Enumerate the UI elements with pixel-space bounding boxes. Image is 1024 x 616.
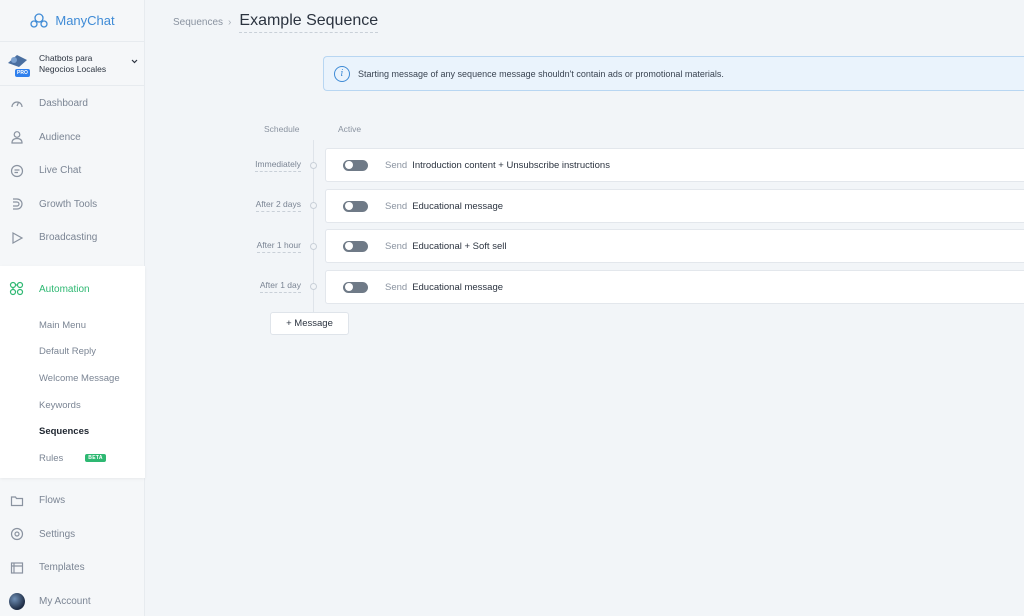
sidebar-item-growth-tools[interactable]: Growth Tools	[0, 188, 144, 222]
sidebar-subitem-label: Welcome Message	[39, 372, 120, 384]
send-label: Send	[385, 240, 408, 252]
timeline-dot	[310, 202, 317, 209]
message-name[interactable]: Educational message	[412, 282, 503, 293]
active-toggle[interactable]	[343, 200, 368, 212]
sequence-message-row[interactable]: Send Educational + Soft sell	[325, 229, 1024, 263]
sidebar-subitem-keywords[interactable]: Keywords	[0, 392, 145, 419]
sidebar-item-label: Dashboard	[39, 98, 88, 110]
pro-badge: PRO	[15, 68, 30, 77]
info-icon: i	[334, 65, 350, 82]
message-name[interactable]: Introduction content + Unsubscribe instr…	[412, 160, 610, 171]
column-header-schedule: Schedule	[264, 124, 300, 134]
breadcrumb-sequences[interactable]: Sequences	[173, 17, 223, 28]
sidebar-subitem-main-menu[interactable]: Main Menu	[0, 312, 145, 339]
sidebar-subitem-label: Rules	[39, 452, 64, 464]
sidebar-item-label: My Account	[39, 595, 91, 607]
sequence-message-row[interactable]: Send Introduction content + Unsubscribe …	[325, 148, 1024, 182]
sidebar-subitem-rules[interactable]: Rules BETA	[0, 445, 145, 472]
beta-badge: BETA	[85, 454, 106, 463]
sidebar-item-label: Settings	[39, 528, 76, 540]
breadcrumb-separator-icon: ›	[228, 16, 232, 28]
account-name-line2: Negocios Locales	[39, 63, 107, 74]
timeline-dot	[310, 162, 317, 169]
user-icon	[9, 129, 25, 145]
info-banner-text: Starting message of any sequence message…	[358, 68, 724, 79]
sidebar-subitem-sequences[interactable]: Sequences	[0, 418, 145, 445]
sidebar-subitem-label: Sequences	[39, 426, 90, 438]
sidebar-subitem-welcome-message[interactable]: Welcome Message	[0, 365, 145, 392]
sidebar-item-label: Automation	[39, 283, 90, 295]
add-message-button[interactable]: + Message	[270, 312, 349, 335]
message-name[interactable]: Educational message	[412, 201, 503, 212]
sidebar-item-label: Flows	[39, 495, 66, 507]
folder-icon	[9, 493, 25, 509]
active-toggle[interactable]	[343, 240, 368, 252]
send-label: Send	[385, 159, 408, 171]
column-header-active: Active	[338, 124, 362, 134]
sidebar-item-label: Broadcasting	[39, 232, 98, 244]
sidebar-subitem-label: Default Reply	[39, 346, 97, 358]
avatar	[9, 592, 25, 610]
sidebar-item-automation[interactable]: Automation	[0, 266, 145, 312]
logo[interactable]: ManyChat	[0, 0, 144, 42]
sidebar-item-my-account[interactable]: My Account	[0, 585, 145, 616]
account-name: Chatbots para Negocios Locales	[39, 53, 119, 75]
page-header: Sequences › Example Sequence	[145, 0, 1024, 44]
sidebar-item-dashboard[interactable]: Dashboard	[0, 87, 144, 121]
chevron-down-icon	[131, 59, 138, 64]
sidebar-item-flows[interactable]: Flows	[0, 484, 145, 518]
automation-section: Automation Main Menu Default Reply Welco…	[0, 266, 145, 478]
sidebar-item-label: Live Chat	[39, 165, 82, 177]
sequence-message-row[interactable]: Send Educational message	[325, 189, 1024, 223]
automation-icon	[9, 281, 25, 297]
gear-icon	[9, 526, 25, 542]
magnet-icon	[9, 196, 25, 212]
sidebar-subitem-label: Main Menu	[39, 319, 86, 331]
active-toggle[interactable]	[343, 281, 368, 293]
send-label: Send	[385, 281, 408, 293]
page-title[interactable]: Example Sequence	[239, 12, 379, 33]
dashboard-icon	[9, 96, 25, 112]
timeline-dot	[310, 243, 317, 250]
sequence-message-row[interactable]: Send Educational message	[325, 270, 1024, 304]
chat-icon	[9, 163, 25, 179]
sidebar-item-templates[interactable]: Templates	[0, 551, 145, 585]
schedule-delay[interactable]: After 2 days	[255, 199, 301, 212]
send-label: Send	[385, 200, 408, 212]
active-toggle[interactable]	[343, 159, 368, 171]
sidebar-item-broadcasting[interactable]: Broadcasting	[0, 221, 144, 255]
account-switcher[interactable]: PRO Chatbots para Negocios Locales	[0, 42, 144, 86]
manychat-logo-icon	[30, 12, 49, 28]
sidebar-item-live-chat[interactable]: Live Chat	[0, 154, 144, 188]
sidebar-subitem-label: Keywords	[39, 399, 81, 411]
timeline-dot	[310, 283, 317, 290]
info-banner: i Starting message of any sequence messa…	[323, 56, 1024, 91]
play-icon	[9, 230, 25, 246]
sidebar-item-audience[interactable]: Audience	[0, 121, 144, 155]
sidebar-item-label: Audience	[39, 131, 81, 143]
schedule-delay[interactable]: Immediately	[255, 159, 301, 172]
sidebar-subitem-default-reply[interactable]: Default Reply	[0, 339, 145, 366]
account-avatar: PRO	[5, 51, 33, 77]
template-icon	[9, 560, 25, 576]
sidebar: ManyChat PRO Chatbots para Negocios Loca…	[0, 0, 145, 616]
sidebar-item-settings[interactable]: Settings	[0, 518, 145, 552]
schedule-delay[interactable]: After 1 day	[259, 280, 301, 293]
sidebar-item-label: Growth Tools	[39, 198, 98, 210]
app-name: ManyChat	[55, 13, 115, 28]
account-name-line1: Chatbots para	[39, 52, 93, 63]
schedule-delay[interactable]: After 1 hour	[256, 240, 301, 253]
sidebar-item-label: Templates	[39, 562, 85, 574]
message-name[interactable]: Educational + Soft sell	[412, 241, 506, 252]
